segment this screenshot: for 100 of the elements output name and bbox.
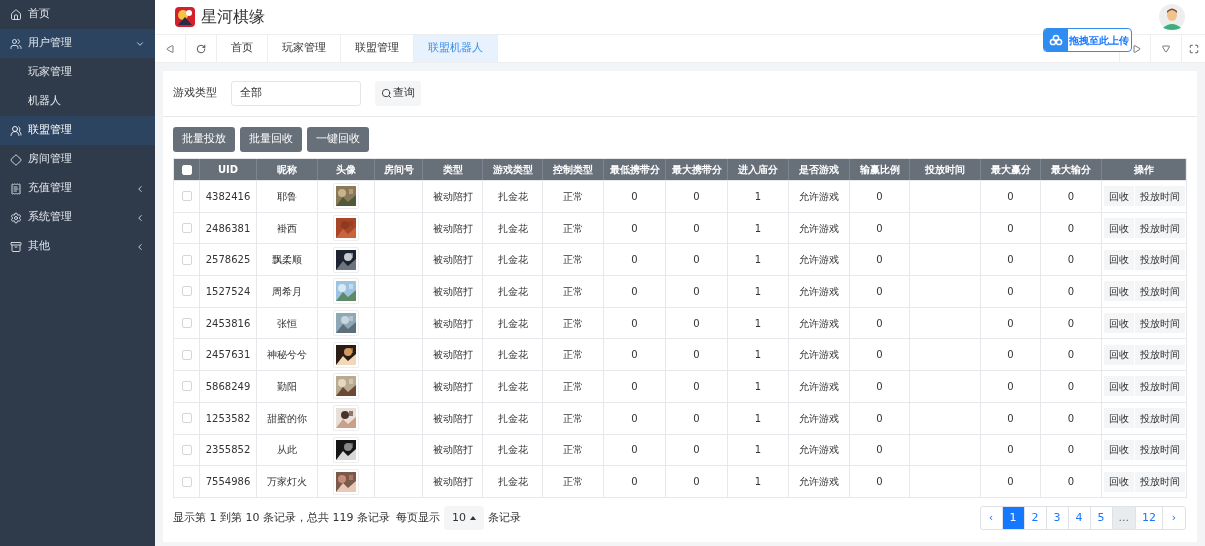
tab[interactable]: 玩家管理 bbox=[268, 35, 341, 62]
table-cell: 0 bbox=[1041, 181, 1102, 212]
table-cell: 允许游戏 bbox=[789, 181, 850, 212]
query-button[interactable]: 查询 bbox=[375, 81, 421, 106]
table-cell: 被动陪打 bbox=[423, 466, 483, 497]
checkbox[interactable] bbox=[181, 318, 192, 329]
chevron-left-icon bbox=[135, 183, 145, 194]
table-cell: 1527524 bbox=[200, 276, 257, 307]
table-cell: 0 bbox=[981, 466, 1041, 497]
checkbox[interactable] bbox=[181, 223, 192, 234]
per-page-suffix: 条记录 bbox=[488, 509, 521, 526]
row-action-button[interactable]: 投放时间 bbox=[1134, 376, 1185, 397]
table-cell: 0 bbox=[604, 181, 666, 212]
table-cell: 被动陪打 bbox=[423, 181, 483, 212]
sidebar-item[interactable]: 联盟管理 bbox=[0, 116, 155, 145]
table-cell: 0 bbox=[604, 402, 666, 434]
row-action-button[interactable]: 回收 bbox=[1103, 344, 1134, 365]
sidebar-item[interactable]: 首页 bbox=[0, 0, 155, 29]
row-action-button[interactable]: 回收 bbox=[1103, 408, 1134, 429]
page-button[interactable]: 12 bbox=[1136, 506, 1163, 529]
row-action-button[interactable]: 回收 bbox=[1103, 281, 1134, 302]
page-button[interactable]: 1 bbox=[1002, 506, 1025, 529]
group-icon bbox=[10, 124, 22, 137]
table-cell: 正常 bbox=[543, 371, 604, 402]
table-cell: 7554986 bbox=[200, 466, 257, 497]
row-action-button[interactable]: 回收 bbox=[1103, 313, 1134, 334]
table-cell: 被动陪打 bbox=[423, 402, 483, 434]
table-cell: 扎金花 bbox=[483, 276, 543, 307]
row-action-button[interactable]: 回收 bbox=[1103, 471, 1134, 492]
table-cell: 1 bbox=[728, 181, 789, 212]
sidebar-item[interactable]: 房间管理 bbox=[0, 145, 155, 174]
refresh-icon bbox=[196, 43, 206, 54]
row-action-button[interactable]: 回收 bbox=[1103, 376, 1134, 397]
row-action-button[interactable]: 回收 bbox=[1103, 439, 1134, 460]
sidebar-subitem[interactable]: 机器人 bbox=[0, 87, 155, 116]
table-cell: 扎金花 bbox=[483, 466, 543, 497]
diamond-icon bbox=[10, 153, 22, 166]
row-action-button[interactable]: 投放时间 bbox=[1134, 249, 1185, 270]
per-page-select[interactable]: 10 bbox=[444, 505, 484, 530]
row-action-button[interactable]: 投放时间 bbox=[1134, 313, 1185, 334]
table-cell: 被动陪打 bbox=[423, 371, 483, 402]
row-action-button[interactable]: 投放时间 bbox=[1134, 344, 1185, 365]
row-action-button[interactable]: 回收 bbox=[1103, 218, 1134, 239]
checkbox[interactable] bbox=[181, 381, 192, 392]
fullscreen-icon bbox=[1188, 43, 1199, 54]
table-cell: 耶鲁 bbox=[257, 181, 318, 212]
chevron-left-icon bbox=[135, 212, 145, 223]
table-cell: 正常 bbox=[543, 276, 604, 307]
filter-label: 游戏类型 bbox=[173, 85, 217, 102]
app-title: 星河棋缘 bbox=[201, 6, 265, 28]
game-type-field[interactable]: 全部 bbox=[231, 81, 361, 106]
page-button[interactable]: 3 bbox=[1046, 506, 1069, 529]
table-cell: 允许游戏 bbox=[789, 466, 850, 497]
checkbox[interactable] bbox=[181, 444, 192, 455]
sidebar-item[interactable]: 充值管理 bbox=[0, 174, 155, 203]
row-action-button[interactable]: 回收 bbox=[1103, 186, 1134, 207]
search-icon bbox=[381, 88, 392, 99]
table-cell: 0 bbox=[1041, 466, 1102, 497]
user-avatar-icon[interactable] bbox=[1159, 4, 1185, 30]
table-cell: 1 bbox=[728, 371, 789, 402]
bill-icon bbox=[10, 182, 22, 195]
page-button[interactable]: 5 bbox=[1090, 506, 1113, 529]
sidebar-subitem[interactable]: 玩家管理 bbox=[0, 58, 155, 87]
sidebar-item[interactable]: 其他 bbox=[0, 232, 155, 261]
page-button[interactable]: 4 bbox=[1068, 506, 1091, 529]
previous-page-button[interactable]: ‹ bbox=[980, 506, 1003, 529]
checkbox[interactable] bbox=[181, 413, 192, 424]
action-button[interactable]: 批量投放 bbox=[173, 127, 235, 152]
table-cell: 0 bbox=[850, 276, 910, 307]
row-action-button[interactable]: 投放时间 bbox=[1134, 439, 1185, 460]
action-button[interactable]: 批量回收 bbox=[240, 127, 302, 152]
table-cell: 0 bbox=[666, 371, 728, 402]
table-cell: 0 bbox=[981, 371, 1041, 402]
table-cell: 0 bbox=[604, 276, 666, 307]
row-action-button[interactable]: 投放时间 bbox=[1134, 408, 1185, 429]
table-cell: 0 bbox=[666, 276, 728, 307]
checkbox[interactable] bbox=[181, 191, 192, 202]
checkbox[interactable] bbox=[181, 349, 192, 360]
checkbox[interactable] bbox=[181, 476, 192, 487]
tab[interactable]: 首页 bbox=[217, 35, 268, 62]
next-page-button[interactable]: › bbox=[1163, 506, 1185, 529]
checkbox[interactable] bbox=[181, 286, 192, 297]
sidebar-item[interactable]: 用户管理 bbox=[0, 29, 155, 58]
row-action-button[interactable]: 投放时间 bbox=[1134, 218, 1185, 239]
sidebar-item[interactable]: 系统管理 bbox=[0, 203, 155, 232]
settings-icon bbox=[10, 211, 22, 224]
table-cell: 0 bbox=[850, 181, 910, 212]
upload-widget[interactable]: 拖拽至此上传 bbox=[1043, 28, 1132, 52]
table-cell: 0 bbox=[604, 371, 666, 402]
table-cell: 甜蜜的你 bbox=[257, 402, 318, 434]
row-action-button[interactable]: 投放时间 bbox=[1134, 186, 1185, 207]
table-cell: 0 bbox=[604, 466, 666, 497]
page-button[interactable]: 2 bbox=[1024, 506, 1047, 529]
row-action-button[interactable]: 投放时间 bbox=[1134, 281, 1185, 302]
row-action-button[interactable]: 回收 bbox=[1103, 249, 1134, 270]
checkbox[interactable] bbox=[181, 254, 192, 265]
table-cell: 允许游戏 bbox=[789, 371, 850, 402]
action-button[interactable]: 一键回收 bbox=[307, 127, 369, 152]
row-action-button[interactable]: 投放时间 bbox=[1134, 471, 1185, 492]
table-cell: 5868249 bbox=[200, 371, 257, 402]
